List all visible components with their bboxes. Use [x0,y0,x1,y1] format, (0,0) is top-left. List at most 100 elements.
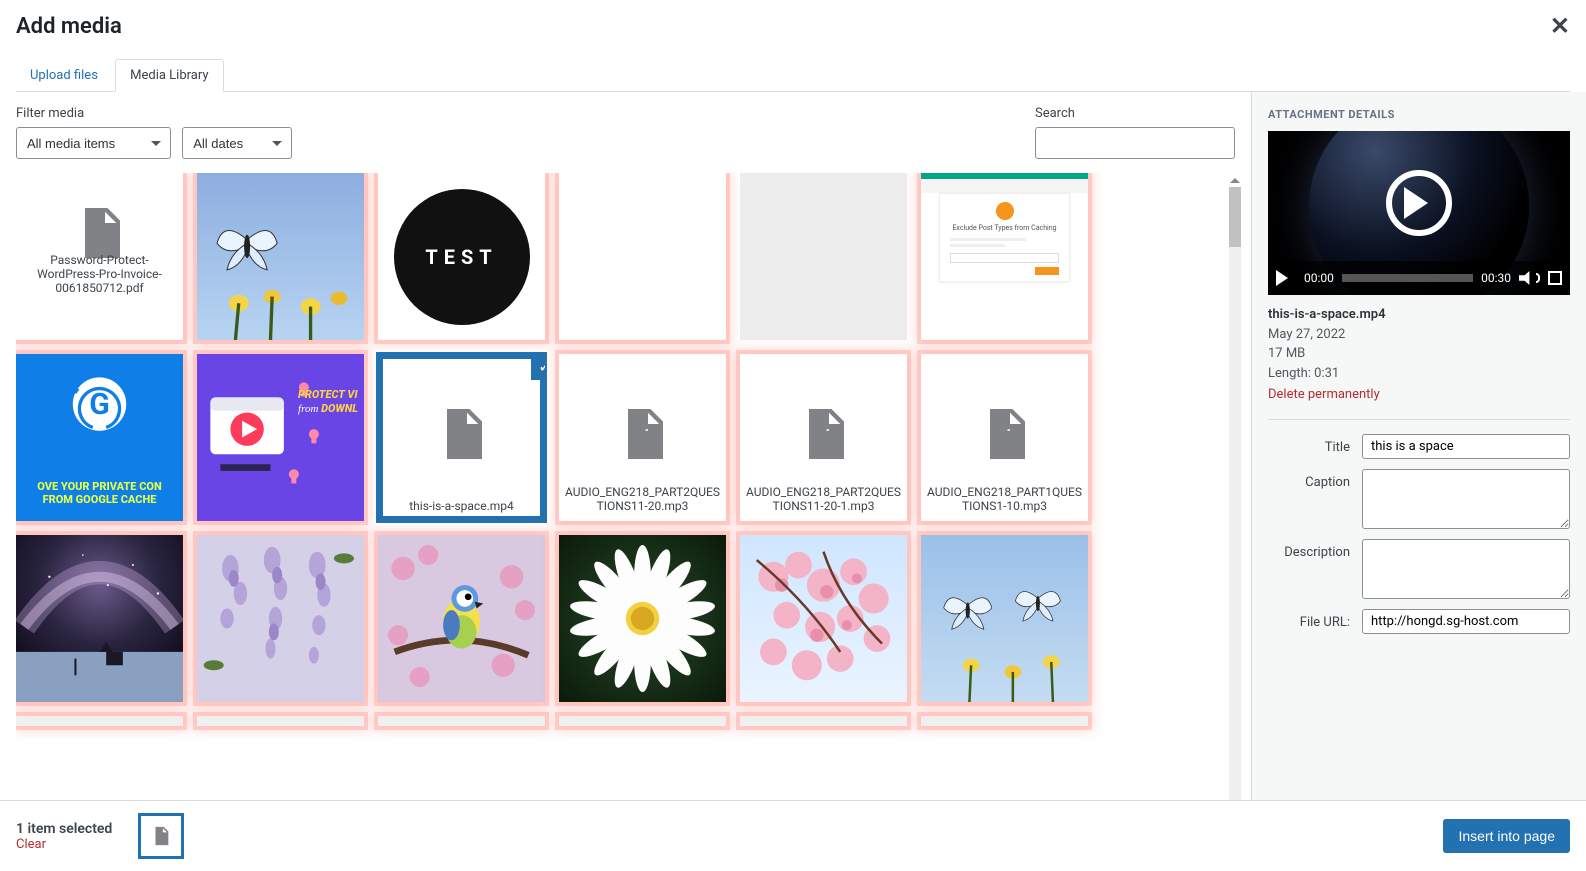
main-panel: Filter media All media items All dates S… [0,92,1251,800]
butterfly-thumbnail-icon [197,173,364,340]
scroll-track [1229,187,1241,800]
galaxy-thumbnail [16,535,183,702]
selection-thumbnail[interactable] [138,813,184,859]
attachment-sidebar: ATTACHMENT DETAILS 00:00 00:30 this-is-a… [1251,92,1586,800]
audio-file-icon [794,404,854,464]
audio2-name: AUDIO_ENG218_PART2QUESTIONS11-20-1.mp3 [740,485,907,513]
tab-media-library[interactable]: Media Library [115,59,223,92]
media-item-partial[interactable] [921,716,1088,726]
modal-header: Add media ✕ Upload files Media Library [0,0,1586,92]
description-input[interactable] [1362,539,1570,599]
tabs: Upload files Media Library [16,59,1570,92]
audio-file-icon [613,404,673,464]
media-item-partial[interactable] [16,716,183,726]
cherry-thumbnail [740,535,907,702]
delete-permanently-link[interactable]: Delete permanently [1268,385,1380,405]
title-label: Title [1268,434,1362,455]
media-item-cherry[interactable] [740,535,907,702]
media-item-partial[interactable] [197,716,364,726]
audio-file-icon [975,404,1035,464]
modal-body: Filter media All media items All dates S… [0,92,1586,800]
video-file-icon [150,823,172,849]
progress-bar[interactable] [1342,274,1473,282]
fileurl-label: File URL: [1268,609,1362,630]
description-label: Description [1268,539,1362,560]
fullscreen-icon[interactable] [1548,271,1562,285]
scrollbar[interactable] [1227,173,1243,800]
test-badge: TEST [394,189,530,325]
filter-date-select[interactable]: All dates [182,127,292,159]
protect-text: PROTECT VI from DOWNL [298,388,358,417]
protect-video-thumbnail [197,354,364,521]
caption-label: Caption [1268,469,1362,490]
play-overlay-icon [1386,170,1452,236]
filter-type-select[interactable]: All media items [16,127,171,159]
media-item-blank[interactable] [559,173,726,340]
fileurl-input[interactable] [1362,609,1570,634]
volume-icon[interactable] [1519,271,1540,285]
toolbar: Filter media All media items All dates S… [0,92,1251,169]
media-item-pdf[interactable]: Password-Protect-WordPress-Pro-Invoice-0… [16,173,183,340]
media-item-partial[interactable] [740,716,907,726]
media-item-google-cache[interactable]: G OVE YOUR PRIVATE CONFROM GOOGLE CACHE [16,354,183,521]
media-item-butterfly2[interactable] [921,535,1088,702]
media-item-galaxy[interactable] [16,535,183,702]
attachment-length: Length: 0:31 [1268,364,1570,384]
attachment-date: May 27, 2022 [1268,325,1570,345]
search-input[interactable] [1035,127,1235,159]
media-item-exclude-settings[interactable]: Exclude Post Types from Caching [921,173,1088,340]
selection-count: 1 item selected [16,821,112,837]
video-name: this-is-a-space.mp4 [378,499,545,513]
media-item-selected-video[interactable]: ✓ this-is-a-space.mp4 [378,354,545,521]
caption-input[interactable] [1362,469,1570,529]
gcache-text: OVE YOUR PRIVATE CONFROM GOOGLE CACHE [16,480,183,508]
svg-text:G: G [89,387,109,422]
search-label: Search [1035,106,1235,121]
checkmark-icon: ✓ [531,354,545,380]
media-item-audio1[interactable]: AUDIO_ENG218_PART2QUESTIONS11-20.mp3 [559,354,726,521]
scroll-up-icon [1230,173,1240,183]
butterfly2-thumbnail [921,535,1088,702]
tab-upload-files[interactable]: Upload files [16,60,112,91]
media-item-gray[interactable] [740,173,907,340]
play-icon[interactable] [1276,270,1296,286]
modal-title: Add media [16,14,1570,39]
media-grid: Password-Protect-WordPress-Pro-Invoice-0… [16,173,1227,800]
separator [1268,419,1570,420]
scroll-thumb[interactable] [1229,187,1241,247]
wisteria-thumbnail [197,535,364,702]
media-item-butterfly[interactable] [197,173,364,340]
title-input[interactable] [1362,434,1570,459]
attachment-filename: this-is-a-space.mp4 [1268,305,1570,325]
video-file-icon [432,404,492,464]
video-time-total: 00:30 [1481,271,1511,285]
clear-selection-link[interactable]: Clear [16,837,46,852]
audio3-name: AUDIO_ENG218_PART1QUESTIONS1-10.mp3 [921,485,1088,513]
media-item-bird[interactable] [378,535,545,702]
daisy-thumbnail [559,535,726,702]
bird-thumbnail [378,535,545,702]
media-grid-wrap: Password-Protect-WordPress-Pro-Invoice-0… [0,169,1251,800]
audio1-name: AUDIO_ENG218_PART2QUESTIONS11-20.mp3 [559,485,726,513]
media-item-audio2[interactable]: AUDIO_ENG218_PART2QUESTIONS11-20-1.mp3 [740,354,907,521]
modal-footer: 1 item selected Clear Insert into page [0,800,1586,871]
exclude-settings-thumbnail: Exclude Post Types from Caching [921,173,1088,340]
video-time-current: 00:00 [1304,271,1334,285]
media-item-wisteria[interactable] [197,535,364,702]
media-item-daisy[interactable] [559,535,726,702]
insert-into-page-button[interactable]: Insert into page [1443,819,1570,853]
add-media-modal: Add media ✕ Upload files Media Library F… [0,0,1586,871]
media-item-test[interactable]: TEST [378,173,545,340]
media-item-audio3[interactable]: AUDIO_ENG218_PART1QUESTIONS1-10.mp3 [921,354,1088,521]
media-item-partial[interactable] [378,716,545,726]
close-button[interactable]: ✕ [1550,12,1570,41]
close-icon: ✕ [1550,13,1570,40]
filter-label: Filter media [16,106,1035,121]
media-item-protect-video[interactable]: PROTECT VI from DOWNL [197,354,364,521]
media-item-partial[interactable] [559,716,726,726]
media-pdf-name: Password-Protect-WordPress-Pro-Invoice-0… [16,253,183,295]
video-controls: 00:00 00:30 [1268,261,1570,295]
attachment-size: 17 MB [1268,344,1570,364]
attachment-heading: ATTACHMENT DETAILS [1268,108,1570,121]
video-preview[interactable]: 00:00 00:30 [1268,131,1570,295]
